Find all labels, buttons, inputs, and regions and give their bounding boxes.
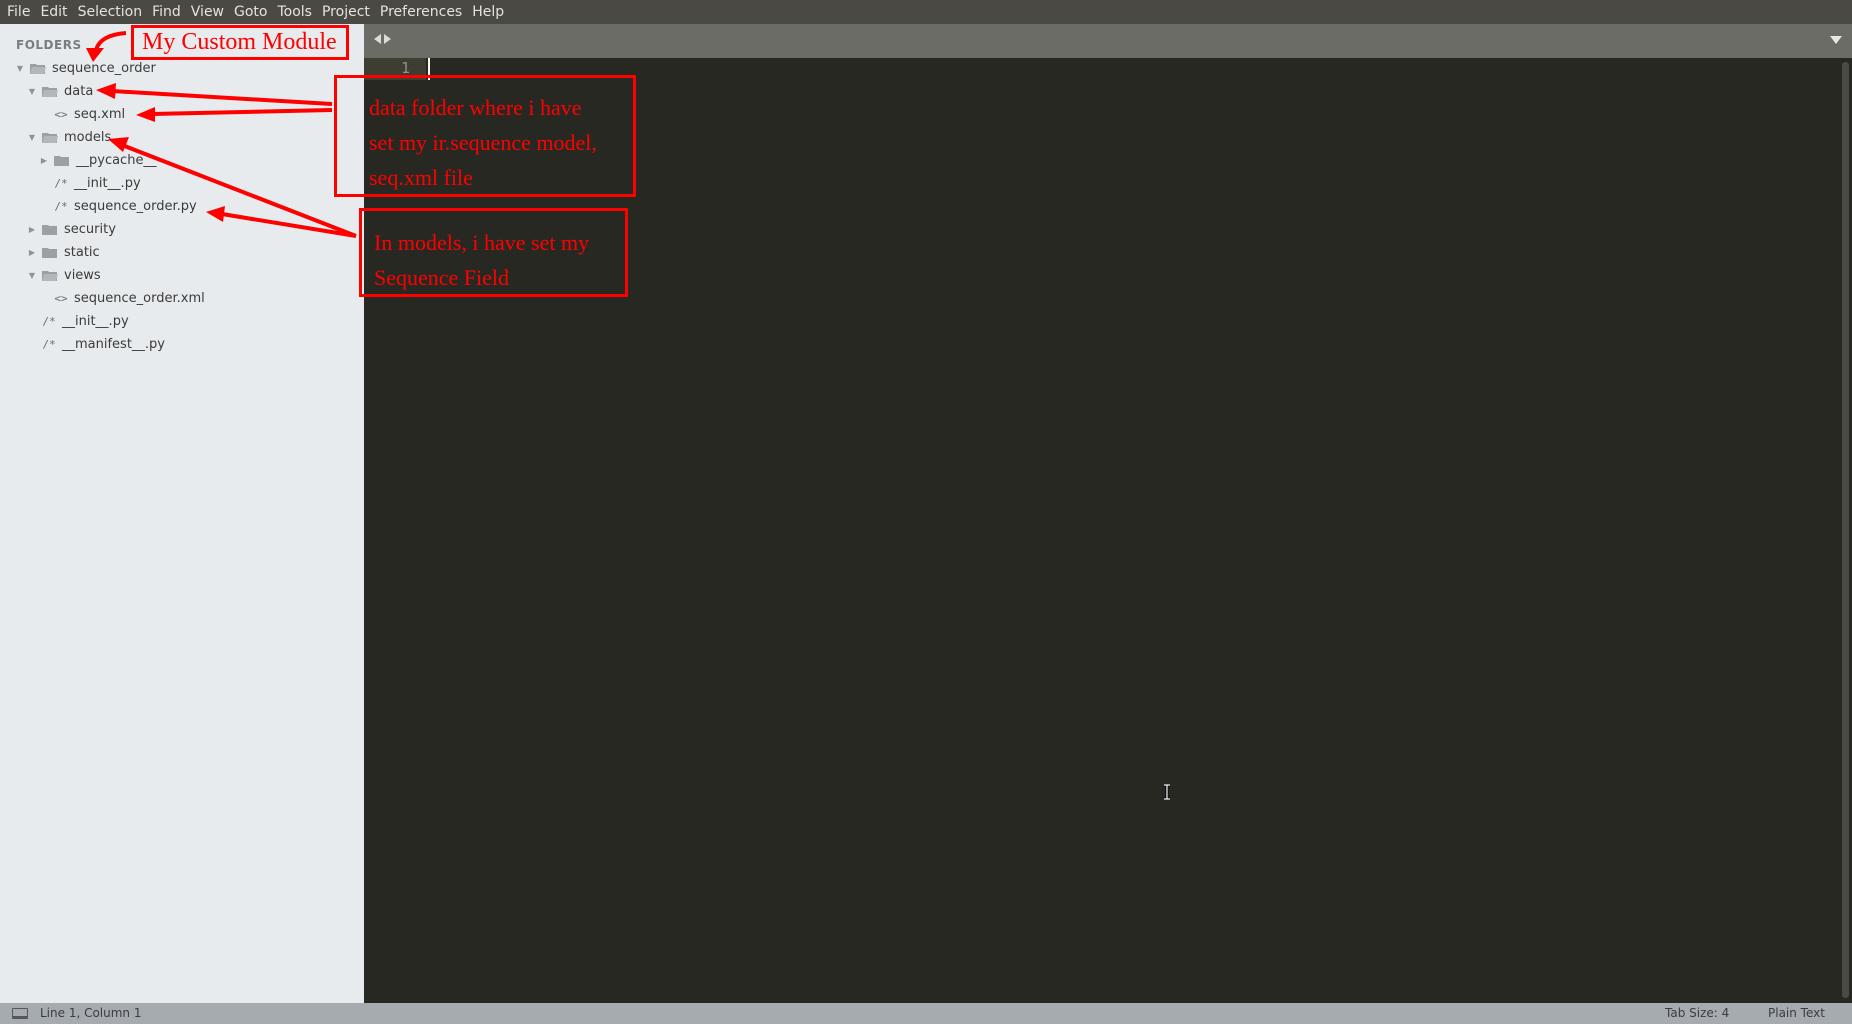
tree-file[interactable]: <>seq.xml [38,103,125,126]
annotation-custom-module: My Custom Module [131,25,349,60]
folders-header: FOLDERS [16,38,82,52]
tree-folder[interactable]: ▶ __pycache__ [38,149,156,172]
status-bar: Line 1, Column 1 Tab Size: 4 Plain Text [0,1003,1852,1024]
next-tab-icon[interactable] [384,34,391,44]
tree-item-label: sequence_order [52,61,156,76]
tree-file[interactable]: /*__init__.py [38,172,141,195]
tree-folder[interactable]: ▶ static [26,241,100,264]
disclosure-expanded-icon[interactable]: ▼ [26,133,38,142]
mouse-ibeam-cursor-icon [1163,784,1171,800]
vertical-scrollbar[interactable] [1842,62,1849,998]
disclosure-collapsed-icon[interactable]: ▶ [26,248,38,257]
tab-list-dropdown-icon[interactable] [1830,36,1842,44]
menu-project[interactable]: Project [317,0,375,24]
folder-open-icon [42,270,58,282]
tree-item-label: models [64,130,111,145]
menu-find[interactable]: Find [147,0,186,24]
tree-folder[interactable]: ▼ views [26,264,101,287]
tree-item-label: static [64,245,100,260]
disclosure-expanded-icon[interactable]: ▼ [26,87,38,96]
tab-size[interactable]: Tab Size: 4 [1665,1006,1729,1020]
menu-edit[interactable]: Edit [35,0,72,24]
folder-open-icon [42,132,58,144]
folder-icon [42,247,58,259]
tree-file[interactable]: /*sequence_order.py [38,195,197,218]
tab-bar [364,24,1852,58]
tree-folder[interactable]: ▼ sequence_order [14,57,156,80]
menu-help[interactable]: Help [467,0,509,24]
python-file-icon: /* [38,315,60,328]
previous-tab-icon[interactable] [374,34,381,44]
tree-file[interactable]: /*__init__.py [26,310,129,333]
python-file-icon: /* [38,338,60,351]
tree-item-label: __pycache__ [76,153,156,168]
tree-file[interactable]: /*__manifest__.py [26,333,165,356]
disclosure-expanded-icon[interactable]: ▼ [14,64,26,73]
folder-open-icon [42,86,58,98]
panel-toggle-icon[interactable] [12,1008,28,1019]
python-file-icon: /* [50,200,72,213]
tree-item-label: views [64,268,101,283]
tree-item-label: security [64,222,116,237]
tree-item-label: sequence_order.py [74,199,197,214]
menu-tools[interactable]: Tools [272,0,317,24]
python-file-icon: /* [50,177,72,190]
folder-open-icon [30,63,46,75]
cursor-position: Line 1, Column 1 [40,1006,142,1020]
editor-text-area[interactable] [426,58,1838,1003]
tree-item-label: sequence_order.xml [74,291,205,306]
tree-file[interactable]: <>sequence_order.xml [38,287,205,310]
sidebar: FOLDERS ▼sequence_order▼data<>seq.xml▼mo… [0,24,364,1003]
tree-folder[interactable]: ▶ security [26,218,116,241]
xml-file-icon: <> [50,292,72,305]
tree-folder[interactable]: ▼ data [26,80,93,103]
menu-file[interactable]: File [2,0,35,24]
disclosure-collapsed-icon[interactable]: ▶ [38,156,50,165]
folder-icon [54,155,70,167]
menu-preferences[interactable]: Preferences [375,0,467,24]
annotation-line: data folder where i have [369,90,633,125]
tree-item-label: data [64,84,93,99]
annotation-line: In models, i have set my [374,225,625,260]
tree-item-label: seq.xml [74,107,125,122]
tree-item-label: __manifest__.py [62,337,165,352]
menu-goto[interactable]: Goto [229,0,272,24]
editor: 1 [364,58,1852,1003]
annotation-line: set my ir.sequence model, [369,125,633,160]
disclosure-expanded-icon[interactable]: ▼ [26,271,38,280]
annotation-data-folder: data folder where i have set my ir.seque… [334,75,636,197]
annotation-line: seq.xml file [369,160,633,195]
xml-file-icon: <> [50,108,72,121]
tree-item-label: __init__.py [74,176,141,191]
tab-navigation [374,34,391,44]
menu-selection[interactable]: Selection [73,0,148,24]
annotation-line: Sequence Field [374,260,625,295]
disclosure-collapsed-icon[interactable]: ▶ [26,225,38,234]
menu-bar: File Edit Selection Find View Goto Tools… [0,0,1852,24]
annotation-models-folder: In models, i have set my Sequence Field [359,208,628,297]
tree-item-label: __init__.py [62,314,129,329]
tree-folder[interactable]: ▼ models [26,126,111,149]
folder-icon [42,224,58,236]
menu-view[interactable]: View [186,0,229,24]
syntax-mode[interactable]: Plain Text [1768,1006,1825,1020]
